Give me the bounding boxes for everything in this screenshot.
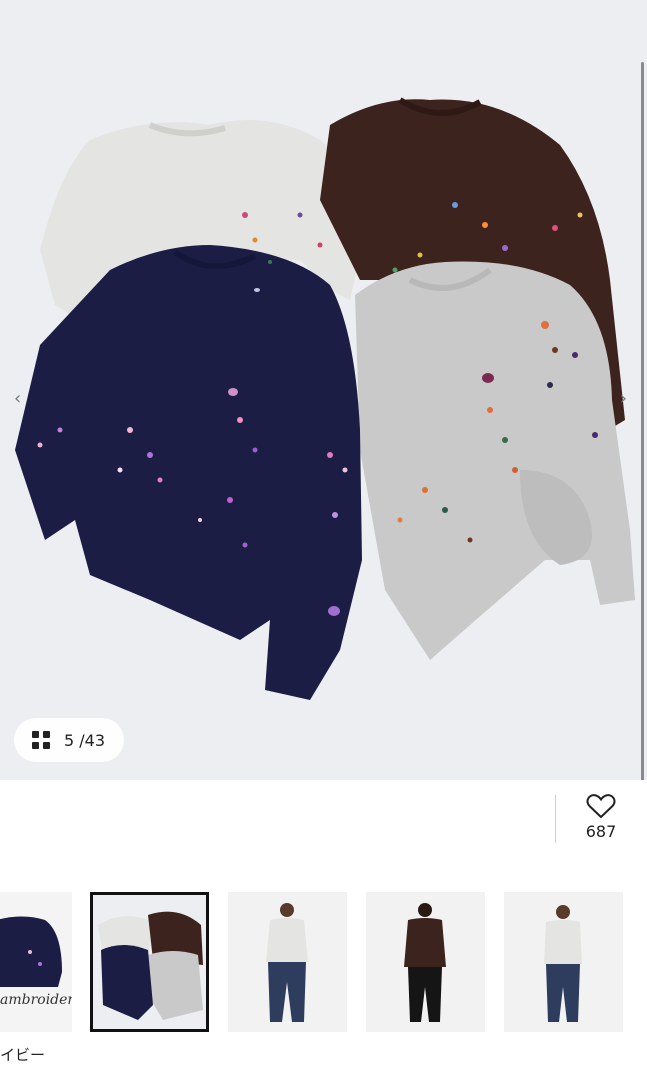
thumbnail-caption: ambroidery — [0, 992, 72, 1008]
favorite-count: 687 — [585, 822, 617, 841]
heart-icon — [586, 794, 616, 819]
sweatshirts-illustration — [15, 97, 635, 700]
thumbnail-1[interactable]: ambroidery — [0, 892, 72, 1032]
thumbnail-strip: ambroidery — [0, 890, 647, 1035]
thumbnail-4[interactable] — [366, 892, 485, 1032]
info-bar — [0, 780, 647, 880]
product-image[interactable]: ‹ › 5 /43 — [0, 0, 647, 780]
variant-label: イビー — [0, 1046, 46, 1064]
previous-arrow-icon[interactable]: ‹ — [14, 388, 21, 409]
scrollbar[interactable] — [641, 62, 644, 780]
current-index: 5 — [64, 730, 75, 750]
thumbnail-3[interactable] — [228, 892, 347, 1032]
divider — [555, 795, 556, 843]
total-count: /43 — [79, 730, 106, 750]
grid-icon — [32, 731, 50, 749]
thumbnail-5[interactable] — [504, 892, 623, 1032]
thumbnail-2-selected[interactable] — [90, 892, 209, 1032]
image-counter-button[interactable]: 5 /43 — [14, 718, 124, 762]
next-arrow-icon[interactable]: › — [620, 388, 627, 409]
favorite-button[interactable]: 687 — [575, 793, 627, 841]
image-counter-text: 5 /43 — [64, 731, 105, 750]
